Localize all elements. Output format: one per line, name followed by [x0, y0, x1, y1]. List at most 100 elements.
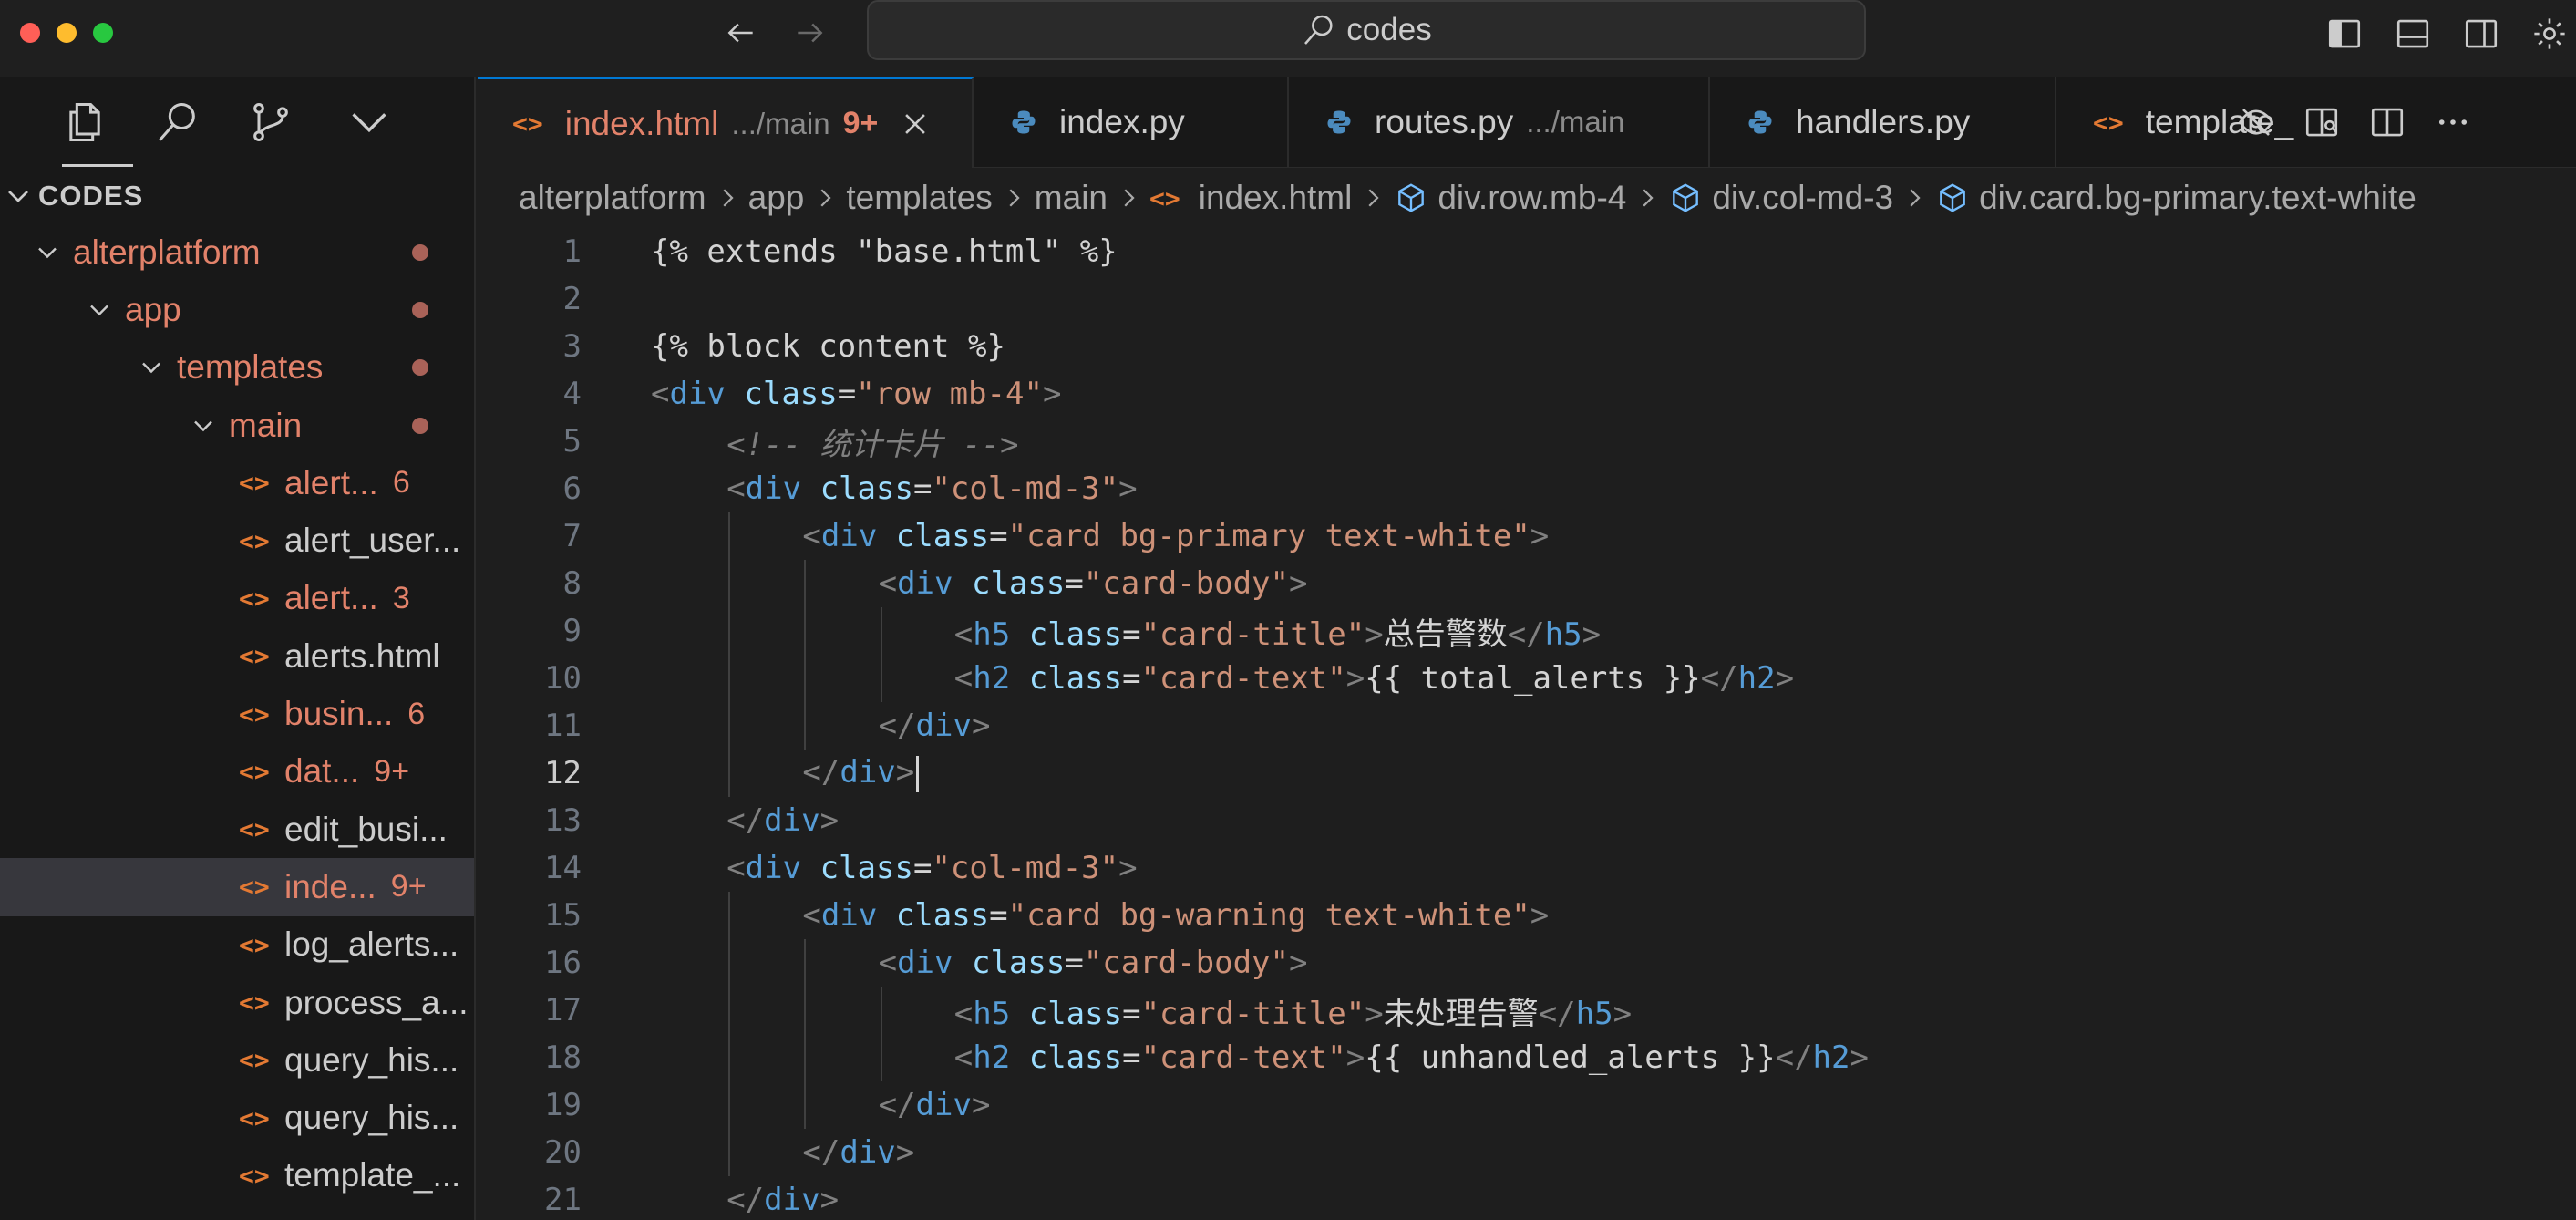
code-line[interactable]: 14 <div class="col-md-3">: [478, 844, 2576, 892]
tree-folder-alterplatform[interactable]: alterplatform: [0, 223, 474, 281]
tab-handlers-py[interactable]: handlers.py: [1712, 77, 2056, 168]
file-tree-item[interactable]: <> query_his...: [0, 1031, 474, 1089]
code-line[interactable]: 19 </div>: [478, 1081, 2576, 1129]
file-tree-item[interactable]: <> dat... 9+: [0, 743, 474, 801]
zoom-window-button[interactable]: [93, 23, 113, 43]
html-file-icon: <>: [239, 525, 270, 556]
close-icon[interactable]: [900, 109, 931, 140]
chevron-down-icon: [142, 362, 160, 374]
file-tree-item[interactable]: <> alert... 3: [0, 570, 474, 627]
tab-problem-badge: 9+: [842, 106, 879, 140]
file-name: template_...: [284, 1156, 461, 1194]
line-number: 6: [562, 470, 582, 507]
tab-index-html[interactable]: <> index.html .../main 9+: [478, 77, 974, 168]
open-preview-button[interactable]: [2299, 99, 2344, 145]
code-line[interactable]: 18 <h2 class="card-text">{{ unhandled_ale…: [478, 1034, 2576, 1081]
breadcrumb-item[interactable]: app: [748, 179, 805, 217]
minimize-window-button[interactable]: [57, 23, 77, 43]
line-number: 11: [544, 708, 582, 744]
code-line[interactable]: 9 <h5 class="card-title">总告警数</h5>: [478, 607, 2576, 655]
code-line[interactable]: 12 </div>: [478, 750, 2576, 797]
modified-dot: [412, 417, 428, 434]
toggle-secondary-sidebar-button[interactable]: [2458, 11, 2504, 57]
file-tree-item[interactable]: <> inde... 9+: [0, 858, 474, 916]
tree-folder-templates[interactable]: templates: [0, 339, 474, 397]
code-line[interactable]: 20 </div>: [478, 1129, 2576, 1176]
chevron-down-icon: [90, 305, 108, 316]
tab-index-py[interactable]: index.py: [975, 77, 1289, 168]
close-window-button[interactable]: [20, 23, 40, 43]
breadcrumb-symbol[interactable]: div.card.bg-primary.text-white: [1979, 179, 2416, 217]
indent-guide: [804, 1081, 807, 1129]
code-text: <h5 class="card-title">总告警数</h5>: [953, 615, 1602, 653]
code-line[interactable]: 21 </div>: [478, 1176, 2576, 1220]
split-editor-button[interactable]: [2365, 99, 2410, 145]
code-line[interactable]: 8 <div class="card-body">: [478, 560, 2576, 607]
file-tree-item[interactable]: <> alert_user...: [0, 512, 474, 569]
toggle-panel-button[interactable]: [2390, 11, 2436, 57]
tree-folder-main[interactable]: main: [0, 397, 474, 454]
code-editor[interactable]: 1 {% extends "base.html" %} 2 3 {% block con…: [478, 228, 2576, 1220]
tab-template[interactable]: <> template_: [2058, 77, 2323, 168]
file-tree-item[interactable]: <> query_his...: [0, 1089, 474, 1146]
ellipsis-icon: [2438, 119, 2468, 125]
explorer-section-header[interactable]: CODES: [0, 169, 476, 223]
file-tree-item[interactable]: <> alert... 6: [0, 454, 474, 512]
code-line[interactable]: 7 <div class="card bg-primary text-white"…: [478, 512, 2576, 560]
python-file-icon: [1327, 110, 1351, 134]
file-tree-item[interactable]: <> busin... 6: [0, 685, 474, 742]
toggle-primary-sidebar-button[interactable]: [2322, 11, 2367, 57]
code-line[interactable]: 2: [478, 275, 2576, 323]
code-line[interactable]: 16 <div class="card-body">: [478, 939, 2576, 987]
breadcrumb-file[interactable]: index.html: [1199, 179, 1353, 217]
file-name: busin...: [284, 695, 394, 733]
code-line[interactable]: 10 <h2 class="card-text">{{ total_alerts …: [478, 655, 2576, 702]
code-line[interactable]: 4 <div class="row mb-4">: [478, 370, 2576, 418]
indent-guide: [880, 1034, 882, 1081]
line-number: 5: [562, 423, 582, 460]
back-button[interactable]: [719, 11, 763, 55]
code-line[interactable]: 17 <h5 class="card-title">未处理告警</h5>: [478, 987, 2576, 1034]
tab-description: .../main: [1526, 105, 1625, 139]
html-file-icon: <>: [1149, 182, 1180, 213]
line-number: 2: [562, 281, 582, 317]
file-tree-item[interactable]: <> process_a...: [0, 974, 474, 1031]
code-line[interactable]: 3 {% block content %}: [478, 323, 2576, 370]
command-center-label: codes: [1346, 12, 1432, 47]
code-line[interactable]: 13 </div>: [478, 797, 2576, 844]
code-text: <h2 class="card-text">{{ unhandled_alert…: [953, 1039, 1869, 1076]
more-views-button[interactable]: [337, 90, 401, 154]
breadcrumb-item[interactable]: main: [1035, 179, 1108, 217]
line-number: 20: [544, 1134, 582, 1171]
file-tree-item[interactable]: <> alerts.html: [0, 627, 474, 685]
line-number: 14: [544, 850, 582, 886]
explorer-icon: [69, 102, 100, 142]
hide-preview-button[interactable]: [2233, 99, 2279, 145]
source-control-view-button[interactable]: [239, 90, 303, 154]
indent-guide: [728, 560, 731, 607]
file-tree-item[interactable]: <> template_...: [0, 1147, 474, 1204]
customize-layout-button[interactable]: [2527, 11, 2572, 57]
breadcrumb-symbol[interactable]: div.col-md-3: [1712, 179, 1893, 217]
command-center-search[interactable]: codes: [867, 0, 1866, 60]
code-line[interactable]: 5 <!-- 统计卡片 -->: [478, 418, 2576, 465]
more-actions-button[interactable]: [2430, 99, 2476, 145]
tab-routes-py[interactable]: routes.py .../main: [1291, 77, 1710, 168]
search-view-button[interactable]: [146, 90, 210, 154]
code-line[interactable]: 11 </div>: [478, 702, 2576, 750]
code-line[interactable]: 1 {% extends "base.html" %}: [478, 228, 2576, 275]
breadcrumb-item[interactable]: templates: [846, 179, 992, 217]
breadcrumb-symbol[interactable]: div.row.mb-4: [1437, 179, 1626, 217]
explorer-view-button[interactable]: [53, 90, 117, 154]
code-line[interactable]: 6 <div class="col-md-3">: [478, 465, 2576, 512]
file-tree-item[interactable]: <> edit_busi...: [0, 801, 474, 858]
editor-tabs: <> index.html .../main 9+ index.py route…: [478, 77, 2576, 168]
tree-folder-app[interactable]: app: [0, 281, 474, 338]
indent-guide: [728, 1129, 731, 1176]
breadcrumb-item[interactable]: alterplatform: [519, 179, 706, 217]
forward-button[interactable]: [788, 11, 831, 55]
file-tree: alterplatform app templates main <> alert…: [0, 223, 474, 1204]
file-tree-item[interactable]: <> log_alerts...: [0, 916, 474, 974]
chevron-right-icon: [820, 189, 831, 207]
code-line[interactable]: 15 <div class="card bg-warning text-white…: [478, 892, 2576, 939]
